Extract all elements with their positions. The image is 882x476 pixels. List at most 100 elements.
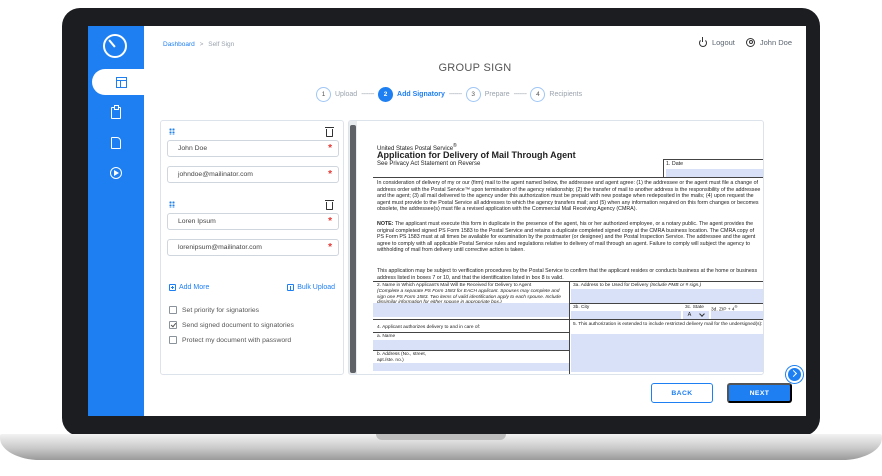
box-3a-label: 3a. Address to be Used for Delivery (Inc… <box>573 283 763 289</box>
box-4b-input[interactable] <box>373 363 569 371</box>
step-prepare[interactable]: 3 Prepare <box>465 87 510 102</box>
upload-icon <box>287 284 295 291</box>
option-protect-password[interactable]: Protect my document with password <box>169 336 291 344</box>
field-value: johndoe@mailinator.com <box>178 171 253 178</box>
date-label: 1. Date <box>666 161 684 167</box>
chat-icon[interactable] <box>786 366 803 383</box>
box-4a-input[interactable] <box>373 340 569 350</box>
header-user-area: Logout John Doe <box>698 36 792 47</box>
state-value: A <box>687 312 692 318</box>
sidebar-item-documents[interactable] <box>88 130 144 156</box>
signatory-2-name-input[interactable]: Loren Ipsum * <box>167 213 339 230</box>
box-3d-input[interactable] <box>711 311 763 319</box>
logout-icon[interactable] <box>698 36 707 47</box>
breadcrumb-separator: > <box>199 41 204 48</box>
document-viewer[interactable]: United States Postal Service® Applicatio… <box>348 120 764 375</box>
logo-icon[interactable] <box>103 34 127 58</box>
step-label: Recipients <box>549 91 583 98</box>
sidebar-item-media[interactable] <box>88 160 144 186</box>
required-mark: * <box>328 169 332 180</box>
breadcrumb-dashboard[interactable]: Dashboard <box>163 41 195 48</box>
logout-link[interactable]: Logout <box>712 38 735 47</box>
option-send-signed-document[interactable]: Send signed document to signatories <box>169 321 294 329</box>
form-subtitle: See Privacy Act Statement on Reverse <box>377 161 481 167</box>
add-icon <box>169 284 176 291</box>
box-3c-label: 3c. State <box>685 305 704 310</box>
signatory-2-email-input[interactable]: lorenipsum@mailinator.com * <box>167 239 339 256</box>
trash-icon[interactable] <box>325 127 334 137</box>
note-text: The applicant must execute this form in … <box>377 221 756 254</box>
laptop-notch <box>376 434 506 440</box>
signatory-1-email-input[interactable]: johndoe@mailinator.com * <box>167 166 339 183</box>
field-value: John Doe <box>178 145 208 152</box>
step-label: Upload <box>335 91 358 98</box>
option-label: Protect my document with password <box>182 336 292 344</box>
date-field[interactable]: 1. Date <box>663 159 763 177</box>
clipboard-icon <box>111 105 121 119</box>
page-title: GROUP SIGN <box>438 62 512 74</box>
sidebar-item-templates[interactable] <box>92 69 150 95</box>
date-fill[interactable] <box>666 169 763 177</box>
document-scrollbar[interactable] <box>349 121 357 374</box>
form-note-paragraph: NOTE: The applicant must execute this fo… <box>377 221 761 254</box>
sidebar <box>88 26 150 416</box>
box-5-input[interactable] <box>571 334 763 372</box>
drag-handle-icon[interactable] <box>169 201 175 208</box>
signatory-1-name-input[interactable]: John Doe * <box>167 140 339 157</box>
box-4-label: 4. Applicant authorizes delivery to and … <box>377 325 481 330</box>
step-number: 2 <box>378 87 394 102</box>
bulk-upload-button[interactable]: Bulk Upload <box>287 284 335 291</box>
form-divider <box>373 332 569 333</box>
required-mark: * <box>328 216 332 227</box>
option-set-priority[interactable]: Set priority for signatories <box>169 306 259 314</box>
step-number: 4 <box>530 87 546 102</box>
next-button[interactable]: NEXT <box>727 383 792 403</box>
form-divider <box>373 350 569 351</box>
step-label: Prepare <box>484 91 510 98</box>
form-divider <box>569 319 570 374</box>
box-2-input[interactable] <box>373 303 569 317</box>
reg-mark: ® <box>453 143 457 149</box>
play-circle-icon <box>110 167 122 179</box>
box-3c-select[interactable]: A <box>683 311 709 319</box>
option-label: Set priority for signatories <box>182 306 260 314</box>
box-4a-label: a. Name <box>377 334 396 339</box>
step-add-signatory[interactable]: 2 Add Signatory <box>378 87 445 102</box>
breadcrumb-current: Self Sign <box>208 41 235 48</box>
required-mark: * <box>328 242 332 253</box>
box-5-label: 5. This authorization is extended to inc… <box>573 322 763 327</box>
box-3a-title: 3a. Address to be Used for Delivery <box>573 283 649 288</box>
add-more-label: Add More <box>179 284 210 291</box>
app-screen: Dashboard > Self Sign Logout John Doe GR… <box>88 26 806 416</box>
user-name[interactable]: John Doe <box>760 38 792 47</box>
document-page: United States Postal Service® Applicatio… <box>373 137 763 374</box>
trash-icon[interactable] <box>325 200 334 210</box>
chevron-down-icon <box>699 311 706 317</box>
option-label: Send signed document to signatories <box>182 321 294 329</box>
step-upload[interactable]: 1 Upload <box>316 87 357 102</box>
box-2-title: 2. Name in Which Applicant's Mail Will B… <box>377 283 532 288</box>
step-recipients[interactable]: 4 Recipients <box>530 87 582 102</box>
checkbox[interactable] <box>169 321 177 329</box>
box-3d-sup: ® <box>734 304 738 309</box>
form-divider <box>569 281 570 319</box>
sidebar-item-clipboard[interactable] <box>88 100 144 126</box>
box-3a-input[interactable] <box>571 289 763 303</box>
step-number: 3 <box>465 87 481 102</box>
add-more-button[interactable]: Add More <box>169 284 209 291</box>
back-button[interactable]: BACK <box>651 383 713 403</box>
step-label: Add Signatory <box>397 91 445 98</box>
form-verification-paragraph: This application may be subject to verif… <box>377 268 758 281</box>
form-divider <box>373 177 763 178</box>
checkbox[interactable] <box>169 306 177 314</box>
drag-handle-icon[interactable] <box>169 128 175 135</box>
step-connector: ------- <box>361 91 375 98</box>
box-4b-label: b. Address (No., street, apt./ste. no.) <box>377 352 427 363</box>
checkbox[interactable] <box>169 336 177 344</box>
scrollbar-thumb[interactable] <box>350 125 356 373</box>
user-icon <box>745 38 755 47</box>
breadcrumb: Dashboard > Self Sign <box>163 41 234 48</box>
box-3b-input[interactable] <box>571 311 681 319</box>
box-3a-note: (Include PMB or # sign.) <box>649 283 702 288</box>
required-mark: * <box>328 143 332 154</box>
